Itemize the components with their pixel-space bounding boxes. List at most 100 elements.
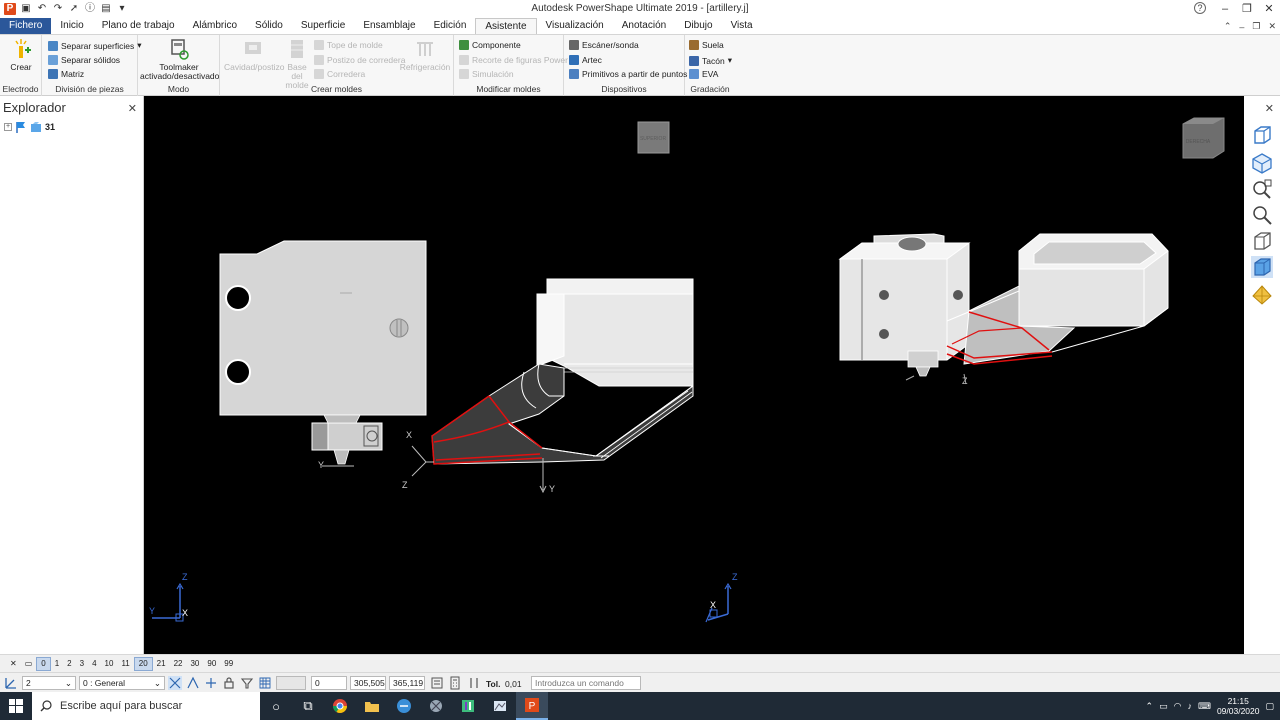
left-part[interactable] [219,216,427,467]
tab-visualizacion[interactable]: Visualización [537,18,613,34]
tolerance-icon[interactable] [467,676,481,690]
tab-ensamblaje[interactable]: Ensamblaje [354,18,424,34]
clock[interactable]: 21:15 09/03/2020 [1217,696,1260,716]
coord-x-field[interactable]: 0 [311,676,347,690]
grid-icon[interactable] [258,676,272,690]
tab-fichero[interactable]: Fichero [0,18,52,34]
tab-anotacion[interactable]: Anotación [613,18,675,34]
view-cube-left[interactable]: SUPERIOR [637,121,670,154]
level-button[interactable]: 3 [76,658,88,670]
separar-solidos-button[interactable]: Separar sólidos [48,55,120,65]
smart-cursor-icon[interactable] [186,676,200,690]
minimize-icon[interactable]: – [1214,0,1236,18]
ribbon-collapse-icon[interactable]: ⌃ [1224,21,1232,32]
level-button[interactable]: 21 [153,658,170,670]
view-toolbar-close-icon[interactable]: ✕ [1265,102,1274,115]
postizo-corredera-button[interactable]: Postizo de corredera [314,55,405,65]
info-icon[interactable]: ⓘ [84,3,96,15]
tray-overflow-icon[interactable]: ⌃ [1146,701,1154,712]
tab-vista[interactable]: Vista [722,18,762,34]
keyboard-icon[interactable]: ⌨ [1198,701,1211,712]
level-button[interactable]: 4 [88,658,100,670]
tolerance-value[interactable]: 0,01 [505,679,522,689]
cortana-icon[interactable]: ○ [260,692,292,720]
vpn-icon[interactable] [388,692,420,720]
doc-minimize-icon[interactable]: – [1239,22,1244,32]
tab-superficie[interactable]: Superficie [292,18,354,34]
select-icon[interactable]: ➚ [68,3,80,15]
componente-button[interactable]: Componente [459,40,521,50]
volume-icon[interactable]: ♪ [1187,701,1192,711]
shaded-view-icon[interactable] [1251,256,1273,278]
level-button[interactable]: 2 [63,658,75,670]
coord-y-field[interactable]: 305,505 [350,676,386,690]
view-cube-right[interactable]: DERECHA [1182,117,1225,159]
start-button[interactable] [0,692,32,720]
game-app-icon[interactable] [420,692,452,720]
restore-icon[interactable]: ❐ [1236,0,1258,18]
level-button[interactable]: 99 [220,658,237,670]
taskbar-search-box[interactable]: Escribe aquí para buscar [32,692,260,720]
tab-inicio[interactable]: Inicio [51,18,92,34]
undo-icon[interactable]: ↶ [36,3,48,15]
calculator-icon[interactable] [448,676,462,690]
redo-icon[interactable]: ↷ [52,3,64,15]
zoom-icon[interactable] [1251,204,1273,226]
toolmaker-toggle-button[interactable]: Toolmaker activado/desactivado [140,38,219,81]
lock-icon[interactable] [222,676,236,690]
tacon-button[interactable]: Tacón ▾ [689,55,732,66]
tab-alambrico[interactable]: Alámbrico [184,18,246,34]
close-icon[interactable]: ✕ [1258,0,1280,18]
notifications-icon[interactable]: ▢ [1265,701,1274,712]
wireframe-view-icon[interactable] [1251,230,1273,252]
material-view-icon[interactable] [1251,284,1273,306]
workplane-select[interactable]: 2 ⌄ [22,676,76,690]
help-icon[interactable]: ? [1194,2,1206,14]
tab-edicion[interactable]: Edición [425,18,476,34]
graphics-viewport[interactable]: X Y Z Y Z SUPERIOR DERECHA Z Y X Z X [144,96,1244,654]
snap-icon[interactable] [168,676,182,690]
escaner-sonda-button[interactable]: Escáner/sonda [569,40,639,50]
levels-close-icon[interactable]: ✕ [6,658,21,670]
right-assembly[interactable]: Z [838,233,1169,386]
tab-solido[interactable]: Sólido [246,18,292,34]
view-iso-icon[interactable] [1251,124,1273,146]
level-button[interactable]: 1 [51,658,63,670]
base-molde-button[interactable]: Base del molde [282,38,312,90]
selection-filter-icon[interactable] [240,676,254,690]
middle-part[interactable] [431,278,694,465]
primitivos-puntos-button[interactable]: Primitivos a partir de puntos [569,69,687,79]
expand-icon[interactable]: + [4,123,12,131]
level-button[interactable]: 20 [133,656,153,671]
corredera-button[interactable]: Corredera [314,69,365,79]
doc-restore-icon[interactable]: ❐ [1252,21,1260,32]
level-button[interactable]: 11 [117,658,133,670]
tree-item[interactable]: + 31 [4,121,55,133]
level-button[interactable]: 22 [170,658,187,670]
cavidad-postizo-button[interactable]: Cavidad/postizo [224,38,284,72]
refrigeracion-button[interactable]: Refrigeración [398,38,452,72]
tope-molde-button[interactable]: Tope de molde [314,40,383,50]
level-button[interactable]: 10 [101,658,118,670]
level-button[interactable]: 0 [36,656,51,671]
artec-button[interactable]: Artec [569,55,602,65]
paint-app-icon[interactable] [484,692,516,720]
simulacion-button[interactable]: Simulación [459,69,514,79]
grid-snap-icon[interactable] [204,676,218,690]
network-icon[interactable]: ▭ [1159,701,1168,712]
explorer-close-icon[interactable]: ✕ [128,102,137,115]
workplane-icon[interactable] [4,676,18,690]
file-explorer-icon[interactable] [356,692,388,720]
eva-button[interactable]: EVA [689,69,718,79]
tab-asistente[interactable]: Asistente [475,18,537,34]
zoom-box-icon[interactable] [1251,178,1273,200]
separar-superficies-button[interactable]: Separar superficies ▾ [48,40,142,51]
suela-button[interactable]: Suela [689,40,724,50]
wifi-icon[interactable]: ◠ [1174,701,1182,712]
coord-z-field[interactable]: 365,119 [389,676,425,690]
command-input[interactable]: Introduzca un comando [531,676,641,690]
chrome-icon[interactable] [324,692,356,720]
doc-close-icon[interactable]: ✕ [1268,21,1276,32]
save-icon[interactable]: ▣ [20,3,32,15]
task-view-icon[interactable]: ⧉ [292,692,324,720]
